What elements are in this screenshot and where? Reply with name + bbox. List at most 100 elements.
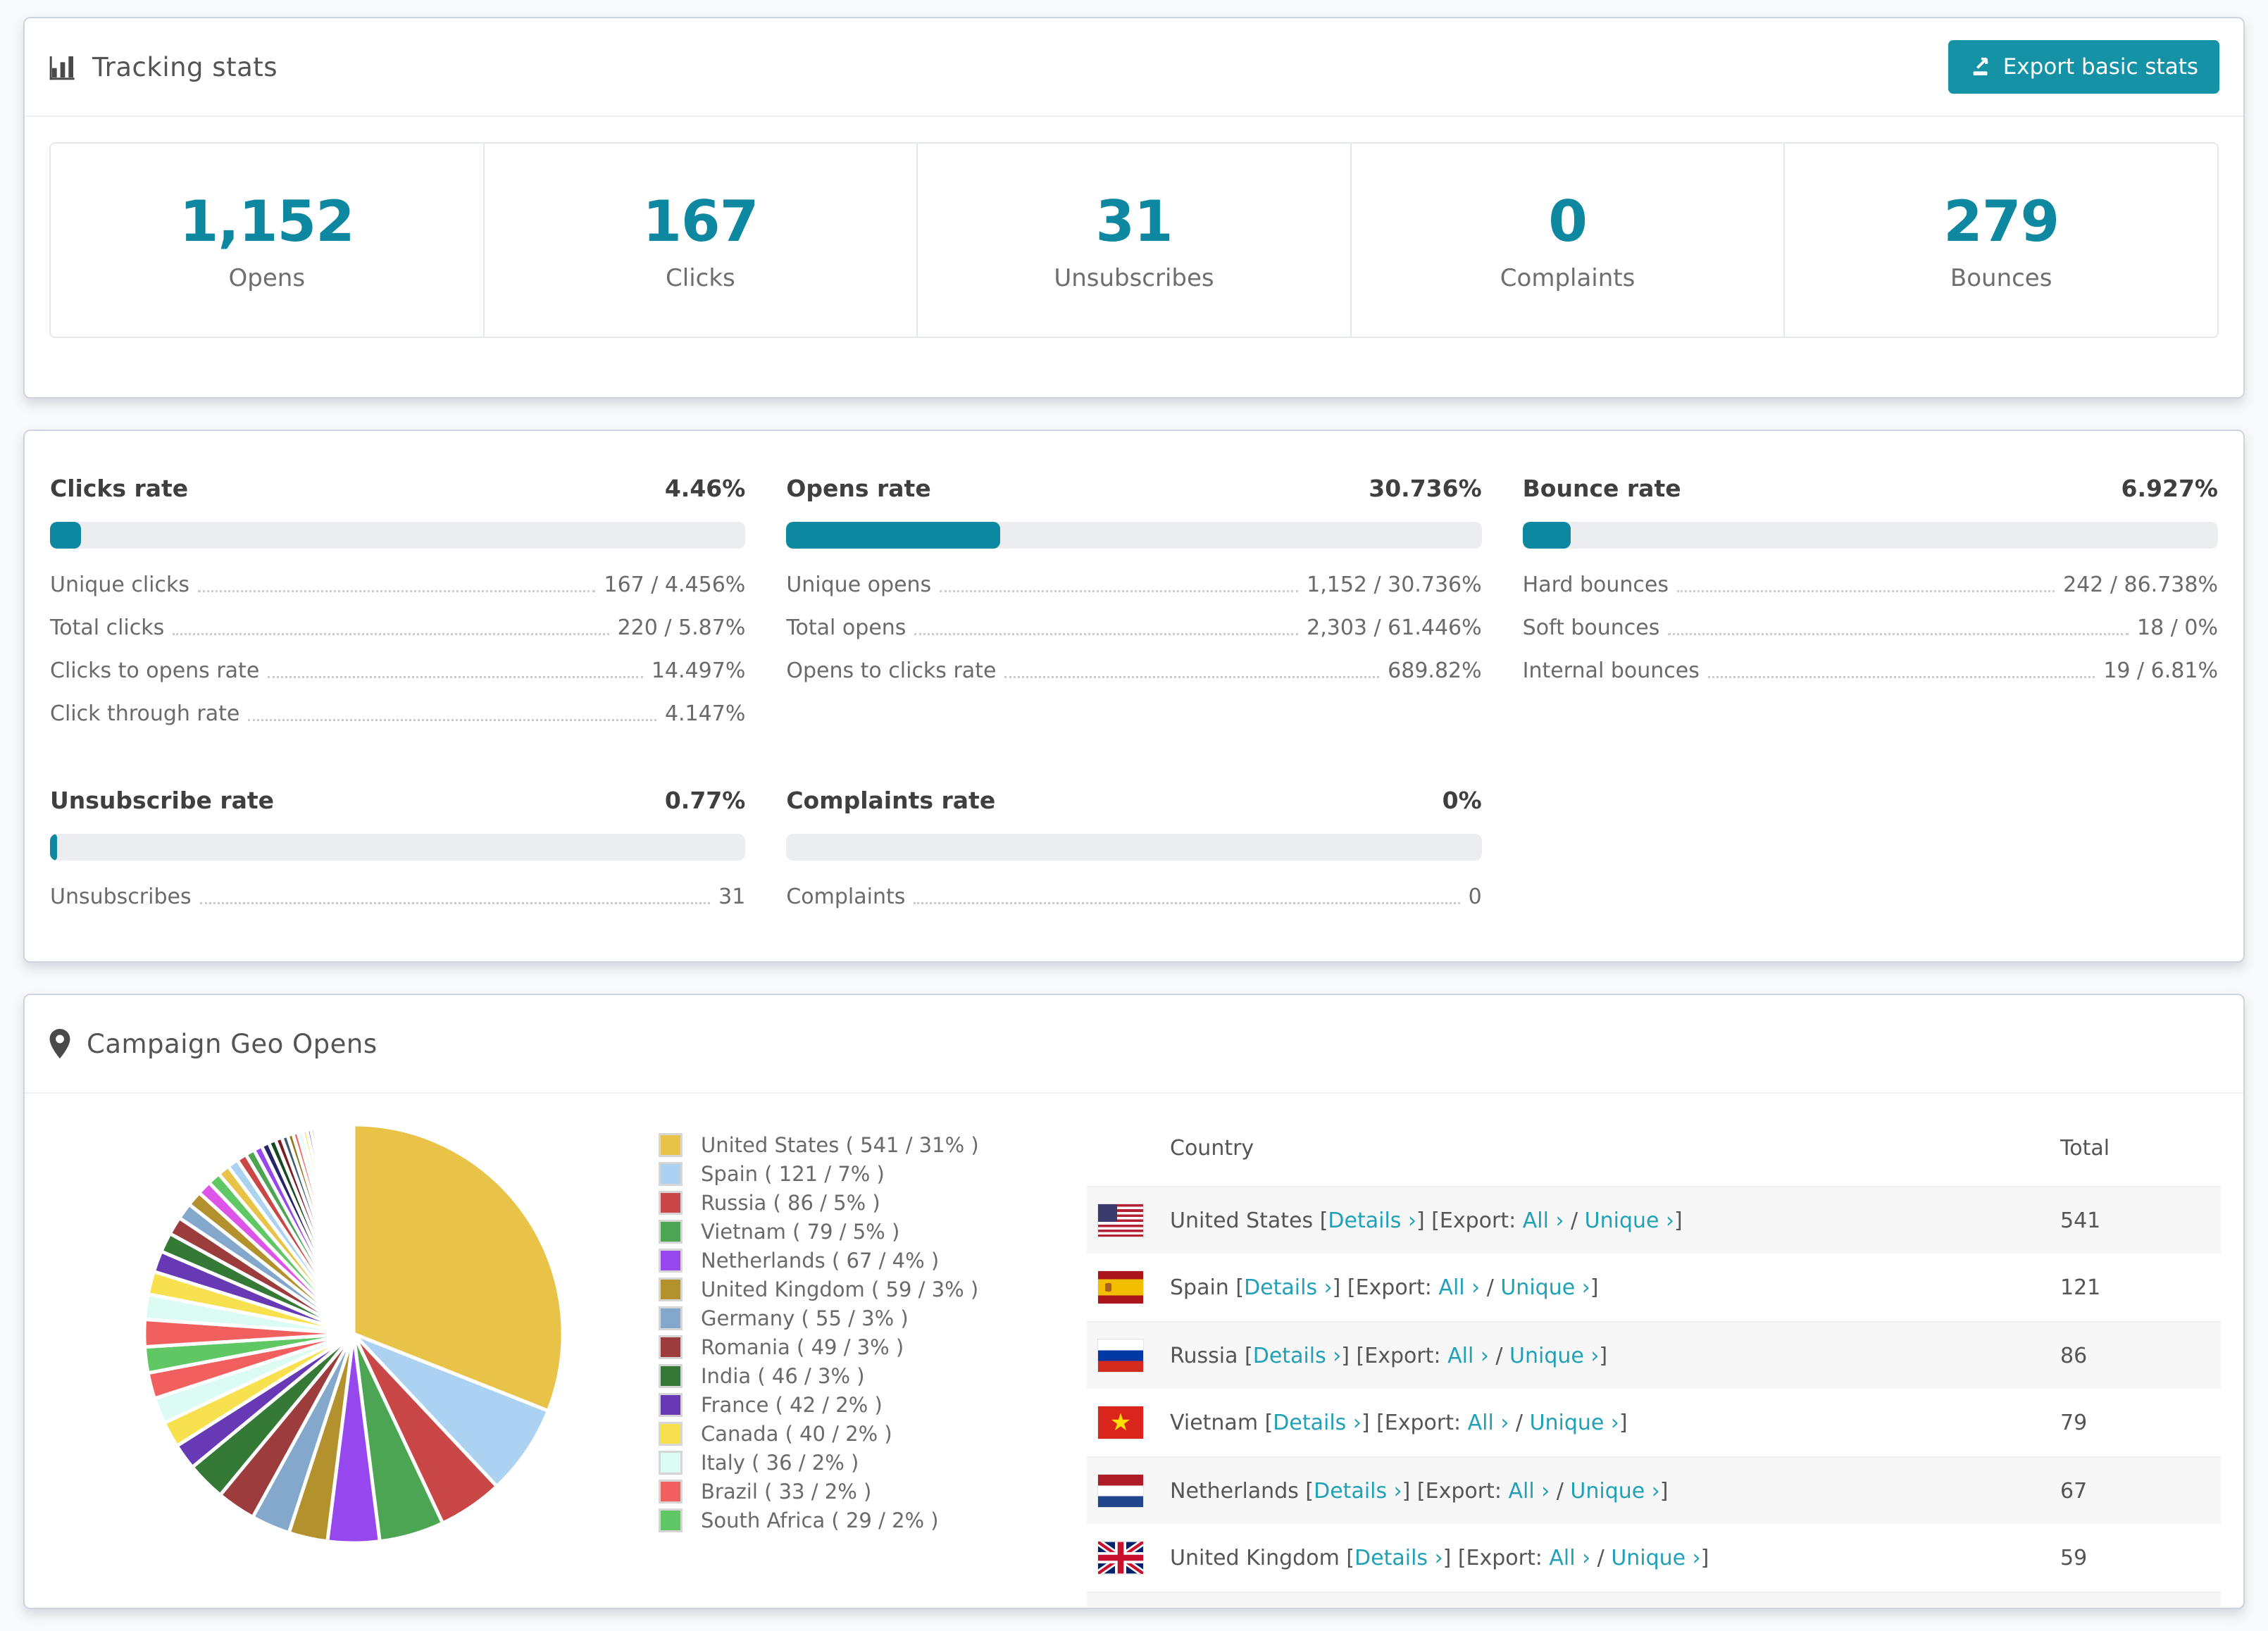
text-segment: / bbox=[1489, 1344, 1509, 1368]
rate-row-hard-bounces: Hard bounces 242 / 86.738% bbox=[1523, 573, 2218, 597]
rate-row-value: 1,152 / 30.736% bbox=[1307, 573, 1482, 597]
stat-label-clicks: Clicks bbox=[666, 264, 735, 292]
rate-row-label: Unique clicks bbox=[50, 573, 189, 597]
rate-title: Opens rate bbox=[786, 475, 930, 502]
country-name: United Kingdom bbox=[1170, 1546, 1340, 1570]
table-row-germany: Germany [Details ›] [Export: All › / Uni… bbox=[1087, 1592, 2221, 1609]
legend-label: United States ( 541 / 31% ) bbox=[701, 1133, 979, 1157]
text-segment: / bbox=[1590, 1546, 1611, 1570]
legend-swatch-germany bbox=[659, 1306, 683, 1330]
dotted-leader bbox=[248, 719, 656, 721]
details-link-netherlands[interactable]: Details › bbox=[1314, 1479, 1402, 1504]
legend-label: India ( 46 / 3% ) bbox=[701, 1364, 865, 1388]
export-all-link-united-states[interactable]: All › bbox=[1523, 1208, 1564, 1233]
rate-title: Clicks rate bbox=[50, 475, 188, 502]
legend-swatch-france bbox=[659, 1393, 683, 1417]
text-segment: ] bbox=[1619, 1411, 1628, 1435]
rate-row-value: 18 / 0% bbox=[2137, 615, 2218, 640]
legend-swatch-south-africa bbox=[659, 1508, 683, 1532]
export-all-link-united-kingdom[interactable]: All › bbox=[1549, 1546, 1590, 1570]
rate-head-opens-rate: Opens rate 30.736% bbox=[786, 475, 1481, 502]
page-title: Tracking stats bbox=[92, 52, 278, 82]
rate-row-click-through-rate: Click through rate4.147% bbox=[50, 701, 745, 726]
legend-item-united-kingdom: United Kingdom ( 59 / 3% ) bbox=[659, 1275, 1004, 1304]
legend-label: Netherlands ( 67 / 4% ) bbox=[701, 1249, 939, 1273]
map-pin-icon bbox=[49, 1029, 71, 1058]
rate-value: 0.77% bbox=[665, 787, 746, 814]
star-icon: ★ bbox=[1110, 1411, 1131, 1435]
rate-section-unsubscribe-rate: Unsubscribe rate0.77%Unsubscribes31 bbox=[50, 787, 745, 909]
geo-table-body: United States [Details ›] [Export: All ›… bbox=[1087, 1186, 2221, 1609]
rate-title: Complaints rate bbox=[786, 787, 995, 814]
text-segment: [ bbox=[1229, 1275, 1244, 1300]
details-link-russia[interactable]: Details › bbox=[1253, 1344, 1342, 1368]
export-all-link-netherlands[interactable]: All › bbox=[1508, 1479, 1550, 1504]
rate-head-complaints-rate: Complaints rate0% bbox=[786, 787, 1481, 814]
rate-row-label: Internal bounces bbox=[1523, 658, 1700, 683]
rate-row-label: Hard bounces bbox=[1523, 573, 1669, 597]
spain-emblem bbox=[1105, 1283, 1111, 1292]
text-segment: ] [Export: bbox=[1362, 1411, 1468, 1435]
export-unique-link-vietnam[interactable]: Unique › bbox=[1530, 1411, 1619, 1435]
legend-swatch-india bbox=[659, 1364, 683, 1388]
country-column-header: Country bbox=[1087, 1136, 2060, 1161]
export-unique-link-russia[interactable]: Unique › bbox=[1509, 1344, 1599, 1368]
details-link-united-states[interactable]: Details › bbox=[1328, 1208, 1416, 1233]
export-icon bbox=[1969, 55, 1993, 79]
dotted-leader bbox=[173, 633, 609, 635]
rate-section-clicks-rate: Clicks rate4.46%Unique clicks167 / 4.456… bbox=[50, 475, 745, 726]
export-unique-link-united-states[interactable]: Unique › bbox=[1585, 1208, 1674, 1233]
legend-label: United Kingdom ( 59 / 3% ) bbox=[701, 1277, 978, 1301]
details-link-united-kingdom[interactable]: Details › bbox=[1354, 1546, 1443, 1570]
total-cell-united-kingdom: 59 bbox=[2060, 1546, 2221, 1570]
export-basic-stats-button[interactable]: Export basic stats bbox=[1948, 40, 2219, 94]
stat-box-complaints: 0Complaints bbox=[1350, 142, 1786, 338]
rate-row-label: Clicks to opens rate bbox=[50, 658, 259, 683]
export-all-link-vietnam[interactable]: All › bbox=[1468, 1411, 1509, 1435]
legend-item-italy: Italy ( 36 / 2% ) bbox=[659, 1448, 1004, 1477]
rate-row-unsubscribes: Unsubscribes 31 bbox=[50, 885, 745, 909]
stat-label-bounces: Bounces bbox=[1950, 264, 2052, 292]
legend-item-brazil: Brazil ( 33 / 2% ) bbox=[659, 1477, 1004, 1506]
rate-value: 30.736% bbox=[1369, 475, 1481, 502]
flag-vietnam: ★ bbox=[1098, 1406, 1143, 1439]
rate-row-label: Unsubscribes bbox=[50, 885, 192, 909]
rate-row-value: 689.82% bbox=[1388, 658, 1481, 683]
total-column-header: Total bbox=[2060, 1136, 2221, 1161]
export-all-link-spain[interactable]: All › bbox=[1438, 1275, 1480, 1300]
legend-swatch-spain bbox=[659, 1162, 683, 1186]
dotted-leader bbox=[914, 633, 1298, 635]
export-unique-link-netherlands[interactable]: Unique › bbox=[1570, 1479, 1659, 1504]
rate-row-value: 31 bbox=[718, 885, 745, 909]
legend-swatch-vietnam bbox=[659, 1220, 683, 1244]
rate-rows: Complaints0 bbox=[786, 885, 1481, 909]
flag-united-states bbox=[1098, 1204, 1143, 1237]
text-segment: ] [Export: bbox=[1333, 1275, 1439, 1300]
text-segment: ] [Export: bbox=[1341, 1344, 1447, 1368]
export-all-link-russia[interactable]: All › bbox=[1447, 1344, 1489, 1368]
rate-row-opens-to-clicks-rate: Opens to clicks rate689.82% bbox=[786, 658, 1481, 683]
stat-box-unsubscribes: 31Unsubscribes bbox=[916, 142, 1352, 338]
export-unique-link-spain[interactable]: Unique › bbox=[1500, 1275, 1590, 1300]
stat-box-opens: 1,152Opens bbox=[49, 142, 485, 338]
rate-row-value: 0 bbox=[1469, 885, 1482, 909]
rate-row-value: 242 / 86.738% bbox=[2063, 573, 2218, 597]
campaign-geo-opens-card: Campaign Geo Opens United States ( 541 /… bbox=[23, 994, 2245, 1609]
flag-spain bbox=[1098, 1271, 1143, 1304]
rate-row-soft-bounces: Soft bounces18 / 0% bbox=[1523, 615, 2218, 640]
total-cell-spain: 121 bbox=[2060, 1275, 2221, 1300]
legend-item-germany: Germany ( 55 / 3% ) bbox=[659, 1304, 1004, 1332]
legend-label: Canada ( 40 / 2% ) bbox=[701, 1422, 892, 1446]
legend-label: Brazil ( 33 / 2% ) bbox=[701, 1480, 871, 1504]
rate-row-value: 4.147% bbox=[665, 701, 745, 726]
rate-section-opens-rate: Opens rate30.736%Unique opens1,152 / 30.… bbox=[786, 475, 1481, 726]
legend-item-spain: Spain ( 121 / 7% ) bbox=[659, 1159, 1004, 1188]
legend-swatch-canada bbox=[659, 1422, 683, 1446]
legend-item-france: France ( 42 / 2% ) bbox=[659, 1390, 1004, 1419]
rate-head-bounce-rate: Bounce rate6.927% bbox=[1523, 475, 2218, 502]
legend-swatch-russia bbox=[659, 1191, 683, 1215]
rate-title: Bounce rate bbox=[1523, 475, 1681, 502]
details-link-vietnam[interactable]: Details › bbox=[1273, 1411, 1362, 1435]
details-link-spain[interactable]: Details › bbox=[1244, 1275, 1333, 1300]
export-unique-link-united-kingdom[interactable]: Unique › bbox=[1611, 1546, 1700, 1570]
